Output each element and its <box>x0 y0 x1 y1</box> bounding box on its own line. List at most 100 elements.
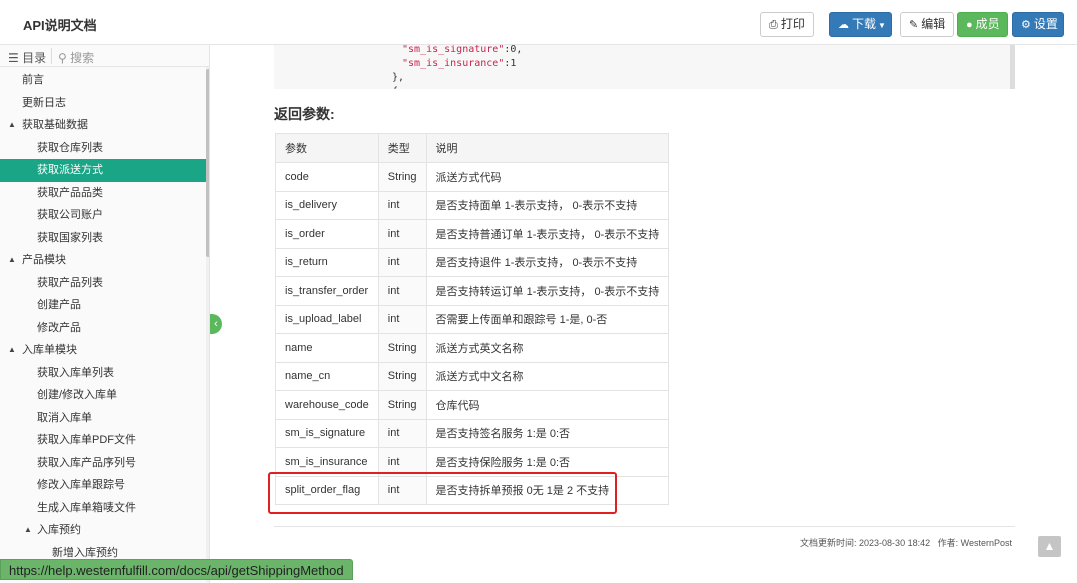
sidebar-item-label: 更新日志 <box>22 96 66 109</box>
cell-description: 是否支持普通订单 1-表示支持， 0-表示不支持 <box>425 219 670 249</box>
sidebar-item[interactable]: 获取仓库列表 <box>0 137 206 160</box>
code-line: "sm_is_insurance":1 <box>402 57 516 71</box>
sidebar-item[interactable]: 更新日志 <box>0 92 206 115</box>
settings-label: 设置 <box>1033 17 1058 31</box>
cell-type: int <box>377 190 427 220</box>
header-param: 参数 <box>275 133 379 163</box>
expand-caret-icon[interactable]: ▲ <box>8 339 16 362</box>
caret-down-icon: ▼ <box>878 21 886 30</box>
tab-toc[interactable]: ☰ 目录 <box>8 49 46 66</box>
tab-search[interactable]: ⚲ 搜索 <box>58 49 94 66</box>
list-icon: ☰ <box>8 51 19 65</box>
sidebar-item-label: 获取仓库列表 <box>37 141 103 154</box>
user-icon: ● <box>966 19 973 31</box>
cell-param: code <box>275 162 379 192</box>
code-text: :0, <box>504 45 523 55</box>
sidebar-item[interactable]: 取消入库单 <box>0 407 206 430</box>
sidebar-item[interactable]: 获取公司账户 <box>0 204 206 227</box>
code-line: { <box>392 85 398 89</box>
sidebar-item-label: 产品模块 <box>22 254 66 266</box>
author-value: WesternPost <box>960 538 1012 548</box>
back-to-top-button[interactable]: ▲ <box>1038 536 1061 557</box>
sidebar-item[interactable]: 获取国家列表 <box>0 227 206 250</box>
table-row: is_delivery int 是否支持面单 1-表示支持， 0-表示不支持 <box>275 190 670 220</box>
arrow-up-icon: ▲ <box>1043 539 1056 553</box>
sidebar-item[interactable]: 获取产品列表 <box>0 272 206 295</box>
sidebar-item-label: 入库单模块 <box>22 344 77 356</box>
cell-type: int <box>377 247 427 277</box>
edit-icon: ✎ <box>909 19 919 31</box>
sidebar-item[interactable]: 创建/修改入库单 <box>0 384 206 407</box>
sidebar-scroll-thumb[interactable] <box>206 69 209 257</box>
expand-caret-icon[interactable]: ▲ <box>8 249 16 272</box>
sidebar-toggle-button[interactable]: ‹ <box>210 314 222 334</box>
sidebar-item[interactable]: 获取入库单列表 <box>0 362 206 385</box>
table-row: name String 派送方式英文名称 <box>275 333 670 363</box>
sidebar-item-label: 生成入库单箱唛文件 <box>37 501 136 514</box>
sidebar-item[interactable]: 创建产品 <box>0 294 206 317</box>
footer-divider <box>274 526 1015 527</box>
header-type: 类型 <box>377 133 427 163</box>
table-row: name_cn String 派送方式中文名称 <box>275 361 670 391</box>
sidebar-item[interactable]: 修改产品 <box>0 317 206 340</box>
cell-description: 派送方式中文名称 <box>425 361 670 391</box>
top-header: API说明文档 ⎙ 打印 ☁ 下载 ▼ ✎ 编辑 ● 成员 ⚙ 设置 <box>0 0 1077 45</box>
footer-meta: 文档更新时间: 2023-08-30 18:42 作者: WesternPost <box>800 536 1012 549</box>
sidebar-item[interactable]: ▲ 获取基础数据 <box>0 114 206 137</box>
settings-button[interactable]: ⚙ 设置 <box>1012 12 1064 37</box>
cell-type: int <box>377 276 427 306</box>
params-table: 参数 类型 说明 code String 派送方式代码 is_delivery int 是… <box>275 133 670 505</box>
code-text: }, <box>392 72 405 83</box>
table-row: sm_is_signature int 是否支持签名服务 1:是 0:否 <box>275 418 670 448</box>
download-label: 下载 <box>852 17 877 31</box>
sidebar-item[interactable]: 获取入库单PDF文件 <box>0 429 206 452</box>
expand-caret-icon[interactable]: ▲ <box>8 114 16 137</box>
cell-param: name_cn <box>275 361 379 391</box>
code-line: }, <box>392 71 404 85</box>
cell-type: int <box>377 304 427 334</box>
sidebar-item[interactable]: 生成入库单箱唛文件 <box>0 497 206 520</box>
sidebar-item-label: 获取基础数据 <box>22 119 88 131</box>
sidebar-item[interactable]: 获取派送方式 <box>0 159 206 182</box>
sidebar-item-label: 获取入库单列表 <box>37 366 114 379</box>
updated-label: 文档更新时间: <box>800 538 857 548</box>
sidebar-item-label: 获取国家列表 <box>37 231 103 244</box>
header-description: 说明 <box>425 133 670 163</box>
sidebar-item[interactable]: 前言 <box>0 69 206 92</box>
cell-description: 是否支持面单 1-表示支持， 0-表示不支持 <box>425 190 670 220</box>
cell-param: is_upload_label <box>275 304 379 334</box>
sidebar-item-label: 前言 <box>22 74 44 86</box>
sidebar-item[interactable]: 获取产品品类 <box>0 182 206 205</box>
cell-param: is_return <box>275 247 379 277</box>
sidebar-item[interactable]: ▲ 入库预约 <box>0 519 206 542</box>
sidebar-item-label: 获取公司账户 <box>37 209 103 221</box>
sidebar-item-label: 获取入库单PDF文件 <box>37 434 136 446</box>
table-row: code String 派送方式代码 <box>275 162 670 192</box>
cell-param: is_order <box>275 219 379 249</box>
sidebar-item[interactable]: ▲ 入库单模块 <box>0 339 206 362</box>
code-line: "sm_is_signature":0, <box>402 45 522 57</box>
cell-type: String <box>377 361 427 391</box>
sidebar-item[interactable]: 修改入库单跟踪号 <box>0 474 206 497</box>
sidebar-item-label: 创建/修改入库单 <box>37 389 118 401</box>
code-key: "sm_is_signature" <box>402 45 505 55</box>
cell-description: 否需要上传面单和跟踪号 1-是, 0-否 <box>425 304 670 334</box>
updated-value: 2023-08-30 18:42 <box>859 538 931 548</box>
cell-type: String <box>377 333 427 363</box>
search-icon: ⚲ <box>58 51 67 65</box>
download-button[interactable]: ☁ 下载 ▼ <box>829 12 892 37</box>
edit-button[interactable]: ✎ 编辑 <box>900 12 954 37</box>
code-text: { <box>392 86 398 89</box>
table-row: is_return int 是否支持退件 1-表示支持， 0-表示不支持 <box>275 247 670 277</box>
sidebar-item-label: 获取派送方式 <box>37 164 103 176</box>
chevron-left-icon: ‹ <box>214 318 218 330</box>
member-button[interactable]: ● 成员 <box>957 12 1008 37</box>
cell-type: int <box>377 418 427 448</box>
code-scrollbar[interactable] <box>1010 45 1015 89</box>
sidebar-item[interactable]: ▲ 产品模块 <box>0 249 206 272</box>
sidebar-item-label: 获取产品列表 <box>37 276 103 289</box>
expand-caret-icon[interactable]: ▲ <box>24 519 32 542</box>
sidebar-item[interactable]: 获取入库产品序列号 <box>0 452 206 475</box>
cell-description: 派送方式英文名称 <box>425 333 670 363</box>
print-button[interactable]: ⎙ 打印 <box>760 12 814 37</box>
